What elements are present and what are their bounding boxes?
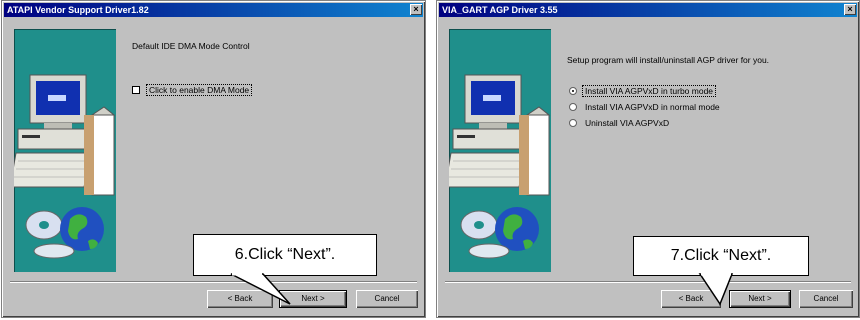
divider [10,281,417,283]
radio-button[interactable] [569,87,577,95]
radio-option-normal[interactable]: Install VIA AGPVxD in normal mode [569,101,723,113]
computer-cd-globe-icon [14,29,116,272]
dialog-title-bar[interactable]: VIA_GART AGP Driver 3.55 × [439,3,857,17]
checkbox-box[interactable] [132,86,140,94]
radio-button[interactable] [569,119,577,127]
close-icon[interactable]: × [410,4,422,15]
dma-mode-checkbox[interactable]: Click to enable DMA Mode [132,84,253,96]
instruction-callout-6: 6.Click “Next”. [193,234,377,276]
checkbox-label[interactable]: Click to enable DMA Mode [146,84,253,96]
dialog-title: VIA_GART AGP Driver 3.55 [442,5,558,15]
radio-label[interactable]: Uninstall VIA AGPVxD [582,117,672,129]
dialog-title: ATAPI Vendor Support Driver1.82 [7,5,149,15]
instruction-callout-7: 7.Click “Next”. [633,236,809,276]
callout-pointer-6 [230,272,291,305]
radio-option-turbo[interactable]: Install VIA AGPVxD in turbo mode [569,85,717,97]
radio-button[interactable] [569,103,577,111]
close-icon[interactable]: × [844,4,856,15]
dialog-heading: Setup program will install/uninstall AGP… [567,55,770,65]
dialog-title-bar[interactable]: ATAPI Vendor Support Driver1.82 × [4,3,423,17]
callout-pointer-7 [698,272,734,306]
computer-cd-globe-icon [449,29,551,272]
divider [445,281,851,283]
radio-label[interactable]: Install VIA AGPVxD in turbo mode [582,85,717,97]
cancel-button[interactable]: Cancel [799,290,853,308]
dialog-heading: Default IDE DMA Mode Control [132,41,250,51]
setup-illustration [14,29,116,272]
radio-option-uninstall[interactable]: Uninstall VIA AGPVxD [569,117,672,129]
cancel-button[interactable]: Cancel [356,290,418,308]
setup-illustration [449,29,551,272]
radio-label[interactable]: Install VIA AGPVxD in normal mode [582,101,723,113]
